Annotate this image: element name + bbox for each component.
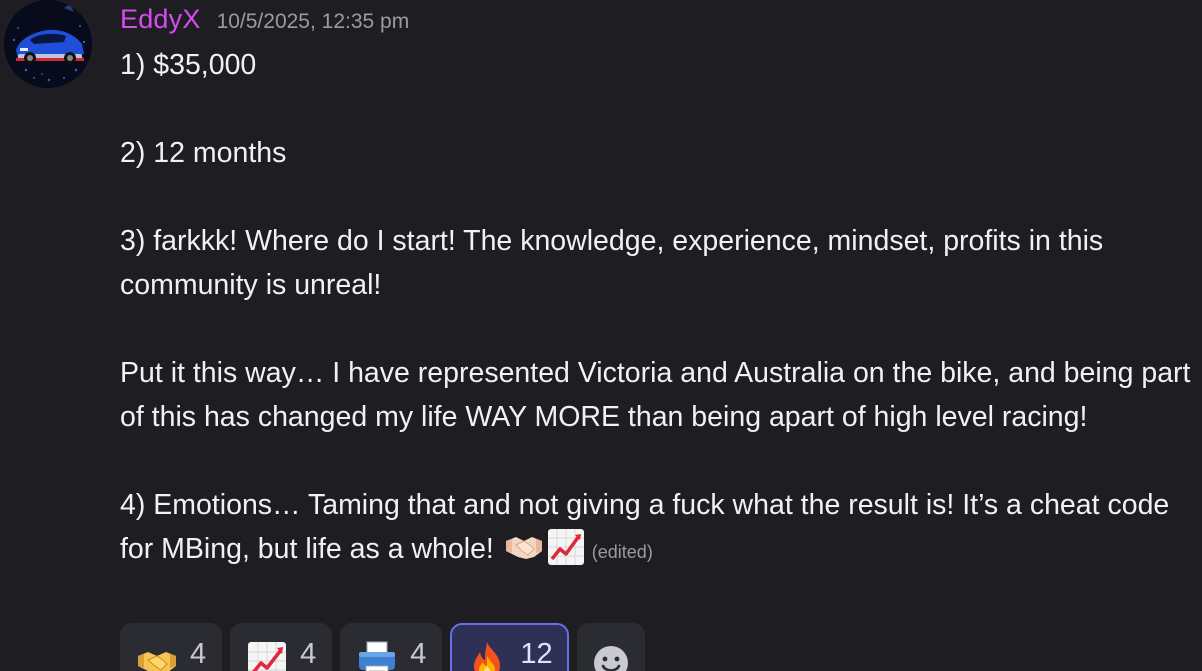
reaction-count: 12 [520, 637, 553, 670]
message-content: 1) $35,000 2) 12 months 3) farkkk! Where… [120, 43, 1195, 574]
printer-icon [356, 640, 398, 671]
reaction-handshake[interactable]: 4 [120, 623, 223, 671]
message-line: Put it this way… I have represented Vict… [120, 357, 1191, 433]
reaction-fire[interactable]: 12 [450, 623, 569, 671]
handshake-icon [136, 640, 178, 671]
message-line: 3) farkkk! Where do I start! The knowled… [120, 225, 1104, 301]
chart-increasing-icon [246, 640, 288, 671]
user-avatar[interactable] [4, 0, 92, 88]
message-header: EddyX 10/5/2025, 12:35 pm [120, 4, 409, 40]
message-line: 1) $35,000 [120, 49, 257, 81]
reaction-count: 4 [300, 637, 317, 670]
edited-label: (edited) [591, 542, 653, 562]
reactions-bar: 4 4 4 12 [120, 623, 645, 671]
reaction-chart-increasing[interactable]: 4 [230, 623, 333, 671]
message-last-line: 4) Emotions… Taming that and not giving … [120, 483, 1195, 574]
username[interactable]: EddyX [120, 4, 201, 35]
reaction-count: 4 [410, 637, 427, 670]
handshake-icon [504, 527, 544, 567]
chart-increasing-icon [546, 527, 586, 567]
fire-icon [466, 640, 508, 671]
add-reaction-button[interactable] [576, 623, 645, 671]
car-avatar-icon [4, 0, 92, 88]
message-line: 2) 12 months [120, 137, 287, 169]
reaction-count: 4 [190, 637, 207, 670]
message-timestamp[interactable]: 10/5/2025, 12:35 pm [217, 10, 410, 34]
chat-message: EddyX 10/5/2025, 12:35 pm 1) $35,000 2) … [0, 0, 1202, 671]
add-reaction-icon [593, 646, 628, 671]
reaction-printer[interactable]: 4 [340, 623, 443, 671]
